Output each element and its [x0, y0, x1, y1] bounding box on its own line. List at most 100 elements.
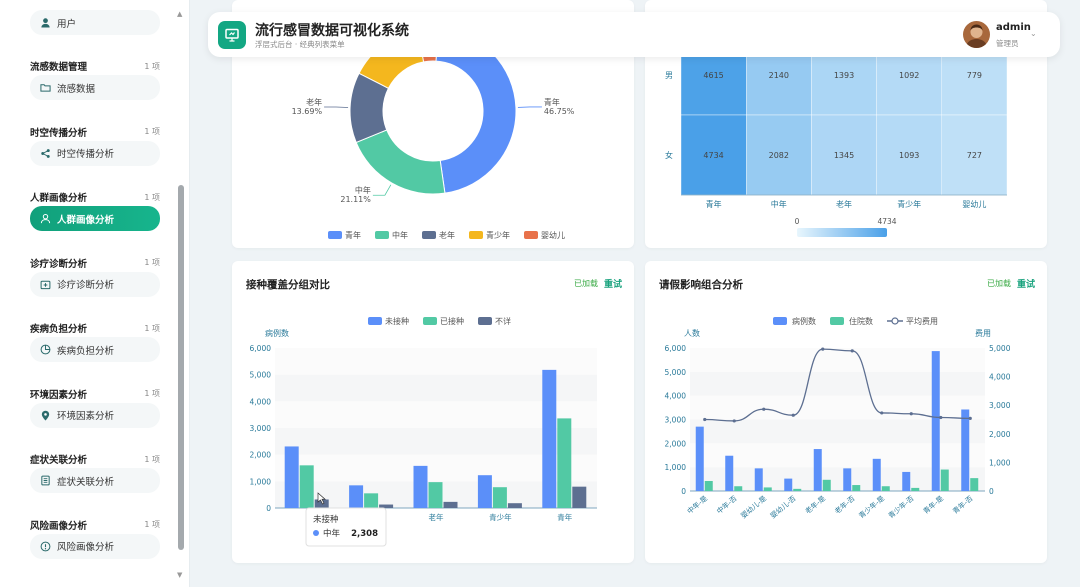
sidebar-group-count: 1 项	[144, 192, 160, 202]
sidebar-item-6[interactable]: 环境因素分析	[30, 402, 160, 428]
sidebar-group-title: 疾病负担分析	[30, 324, 88, 335]
color-scale-bar	[797, 228, 887, 237]
vaccination-card: 接种覆盖分组对比 已加载 重试 未接种 已接种 不详 病例数 0 1,000 2,000 3,…	[232, 261, 634, 563]
folder-icon	[38, 81, 52, 95]
label-line	[372, 184, 392, 196]
col-label: 青年	[706, 199, 722, 209]
sidebar-group-title: 时空传播分析	[30, 127, 88, 139]
y-tick-label: 2,000	[250, 451, 272, 460]
user-icon	[38, 212, 52, 226]
slice-label: 青年	[544, 97, 560, 107]
sidebar-item-1[interactable]: 流感数据	[30, 75, 160, 100]
y-tick-label: 2,000	[665, 439, 687, 448]
y2-tick-label: 0	[989, 487, 994, 496]
sidebar: 用户 流感数据管理 1 项流感数据 时空传播分析 1 项时空传播分析 人群画像分析 1 项…	[0, 0, 190, 587]
sidebar-group-header: 时空传播分析 1 项	[30, 124, 160, 140]
scale-max: 4734	[877, 217, 896, 226]
scroll-up-arrow[interactable]: ▲	[177, 10, 182, 18]
y-tick-label: 0	[681, 487, 686, 496]
sidebar-item-5[interactable]: 疾病负担分析	[30, 337, 160, 362]
bar	[881, 486, 890, 491]
sidebar-group-header: 疾病负担分析 1 项	[30, 320, 160, 336]
y-tick-label: 3,000	[665, 416, 687, 425]
y-tick-label: 6,000	[665, 344, 687, 353]
cell-value: 2082	[769, 151, 789, 160]
grid-band	[690, 371, 985, 396]
y-tick-label: 5,000	[250, 371, 272, 380]
sidebar-item-label: 人群画像分析	[57, 214, 115, 226]
legend-swatch	[830, 317, 844, 325]
sidebar-group-count: 1 项	[144, 323, 160, 333]
legend-swatch	[423, 317, 437, 325]
bar	[349, 485, 364, 508]
bar	[557, 418, 572, 508]
sidebar-item-label: 流感数据	[57, 83, 96, 95]
legend-label: 不详	[495, 316, 511, 326]
bar	[843, 468, 852, 491]
tooltip-title: 未接种	[313, 514, 339, 525]
legend-label: 未接种	[385, 316, 409, 326]
sidebar-item-4[interactable]: 诊疗诊断分析	[30, 271, 160, 297]
user-name[interactable]: admin	[996, 22, 1031, 33]
y2-tick-label: 5,000	[989, 344, 1011, 353]
bar	[477, 475, 492, 508]
x-tick-label: 青年	[557, 512, 572, 522]
line-point	[939, 415, 943, 420]
user-role: 管理员	[996, 39, 1019, 48]
avatar[interactable]	[963, 21, 990, 48]
slice-percent: 46.75%	[544, 107, 575, 116]
sidebar-group-count: 1 项	[144, 61, 160, 71]
y2-tick-label: 3,000	[989, 401, 1011, 410]
tooltip-dot	[313, 530, 319, 536]
label-line	[517, 106, 542, 108]
x-tick-label: 青少年-否	[886, 494, 915, 521]
row-label: 女	[665, 150, 673, 160]
cell-value: 1393	[834, 71, 854, 80]
sidebar-item-label: 诊疗诊断分析	[57, 280, 115, 291]
col-label: 老年	[836, 199, 852, 209]
sidebar-item-8[interactable]: 风险画像分析	[30, 533, 160, 559]
legend-label: 老年	[439, 230, 455, 240]
bar	[284, 446, 299, 508]
legend-swatch	[773, 317, 787, 325]
sidebar-scrollbar[interactable]	[178, 185, 184, 550]
sidebar-item-3[interactable]: 人群画像分析	[30, 206, 160, 231]
bar	[364, 493, 379, 508]
sidebar-item-2[interactable]: 时空传播分析	[30, 140, 160, 166]
sidebar-item-7[interactable]: 症状关联分析	[30, 468, 160, 493]
sidebar-group-header: 症状关联分析 1 项	[30, 451, 160, 467]
scale-min: 0	[795, 217, 800, 226]
bar	[572, 486, 587, 508]
medical-icon	[38, 277, 52, 291]
user-icon	[38, 16, 52, 30]
x-tick-label: 青少年-是	[857, 494, 886, 521]
y2-tick-label: 4,000	[989, 373, 1011, 382]
alert-icon	[38, 539, 52, 553]
x-tick-label: 中年-是	[685, 494, 709, 516]
y-axis-title: 病例数	[265, 328, 289, 338]
legend-marker	[891, 317, 899, 325]
bar	[695, 426, 704, 491]
col-label: 中年	[771, 199, 787, 209]
bar	[911, 487, 920, 491]
leave-impact-card: 请假影响组合分析 已加载 重试 病例数 住院数 平均费用 人数 费用 0 1,000 2,00…	[645, 261, 1047, 563]
leave-combo-chart: 病例数 住院数 平均费用人数 费用 0 1,000 2,000 3,000 4,000 5,000…	[665, 316, 1011, 521]
tooltip-box	[305, 507, 387, 547]
legend-swatch	[375, 231, 389, 239]
sidebar-item-label: 风险画像分析	[57, 542, 115, 553]
bar	[443, 501, 458, 508]
list-icon	[38, 474, 52, 488]
sidebar-group-title: 风险画像分析	[30, 520, 88, 532]
scroll-down-arrow[interactable]: ▼	[177, 571, 182, 579]
x-tick-label: 中年-否	[715, 494, 739, 516]
bar	[725, 455, 734, 491]
cell-value: 779	[967, 71, 982, 80]
y-tick-label: 1,000	[250, 477, 272, 486]
sidebar-group-header: 流感数据管理 1 项	[30, 58, 160, 74]
sidebar-item-label: 疾病负担分析	[57, 345, 115, 357]
y-tick-label: 3,000	[250, 424, 272, 433]
sidebar-item-user[interactable]: 用户	[30, 10, 160, 35]
chevron-down-icon[interactable]: ⌄	[1030, 29, 1037, 38]
slice-label: 老年	[306, 97, 322, 107]
bar	[852, 485, 861, 491]
